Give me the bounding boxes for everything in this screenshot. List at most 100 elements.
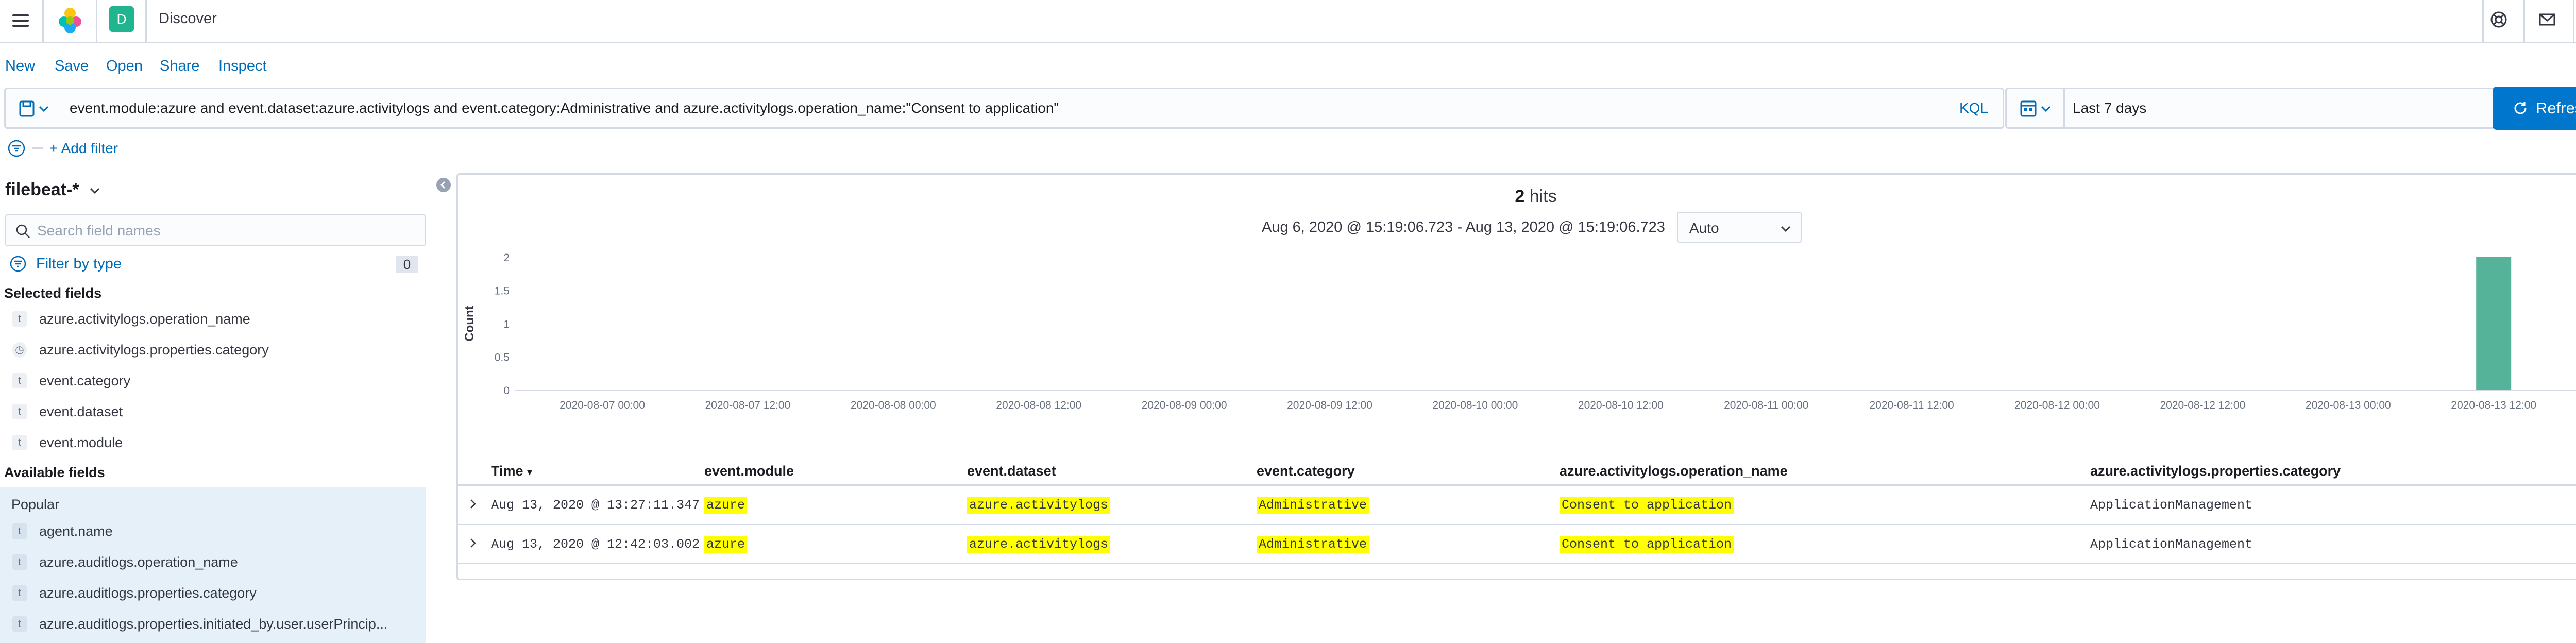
column-header[interactable]: event.category [1257,462,1355,480]
cell-highlight: azure.activitylogs [967,497,1111,514]
field-item[interactable]: t azure.auditlogs.properties.initiated_b… [0,609,426,639]
index-pattern-selector[interactable]: filebeat-* [5,178,79,201]
field-item[interactable]: t azure.auditlogs.operation_name [0,547,426,577]
string-type-icon: t [12,404,27,419]
cell-time: Aug 13, 2020 @ 12:42:03.002 [491,537,700,552]
filter-count-badge: 0 [396,256,418,273]
query-input[interactable]: event.module:azure and event.dataset:azu… [70,98,1059,118]
chevron-right-icon[interactable] [466,497,480,511]
column-header[interactable]: azure.activitylogs.operation_name [1560,462,1788,480]
hamburger-icon[interactable] [10,10,31,31]
table-row[interactable]: Aug 13, 2020 @ 13:27:11.347 azure azure.… [458,487,2576,525]
cell-highlight: azure [704,497,748,514]
interval-select[interactable]: Auto [1677,212,1802,243]
filter-type-icon[interactable] [9,255,27,273]
field-item[interactable]: t event.dataset [0,397,426,427]
x-tick-label: 2020-08-13 12:00 [2451,399,2536,411]
header-divider [42,0,44,43]
string-type-icon: t [12,585,27,601]
add-filter-link[interactable]: + Add filter [49,139,118,158]
x-tick-label: 2020-08-08 12:00 [996,399,1081,411]
date-picker[interactable]: Last 7 days Show dates [2005,88,2576,129]
x-tick-label: 2020-08-12 12:00 [2160,399,2245,411]
cell-highlight: azure.activitylogs [967,536,1111,553]
space-avatar[interactable]: D [109,6,134,32]
chevron-down-icon[interactable] [88,183,102,198]
selected-fields-title: Selected fields [4,285,102,301]
chevron-right-icon[interactable] [466,536,480,550]
x-tick-label: 2020-08-11 12:00 [1869,399,1954,411]
string-type-icon: t [12,311,27,327]
column-header[interactable]: event.module [704,462,794,480]
time-range-label: Aug 6, 2020 @ 15:19:06.723 - Aug 13, 202… [1262,219,1665,235]
column-header-time[interactable]: Time ▾ [491,462,532,481]
cell-highlight: Administrative [1257,536,1369,553]
breadcrumb-title: Discover [159,10,217,27]
x-tick-label: 2020-08-12 00:00 [2014,399,2100,411]
field-item[interactable]: t agent.name [0,516,426,546]
field-item[interactable]: t azure.activitylogs.operation_name [0,304,426,334]
y-axis-label: Count [463,306,477,341]
y-tick-label: 1 [503,318,510,330]
date-range-text[interactable]: Last 7 days [2073,98,2146,118]
y-tick-label: 1.5 [495,285,510,297]
search-icon [16,224,30,238]
cell-highlight: azure [704,536,748,553]
date-type-icon: ◷ [12,342,27,358]
refresh-label: Refresh [2536,99,2576,117]
y-tick-label: 0.5 [495,352,510,364]
help-icon[interactable] [2487,8,2510,31]
top-header-bar: D Discover e [0,0,2576,43]
save-link[interactable]: Save [55,57,89,75]
histogram-bar [2476,257,2512,390]
column-header[interactable]: azure.activitylogs.properties.category [2090,462,2341,480]
x-tick-label: 2020-08-08 00:00 [851,399,936,411]
refresh-button[interactable]: Refresh [2493,87,2576,130]
cell-highlight: Consent to application [1560,536,1734,553]
y-tick-label: 0 [503,385,510,397]
interval-value: Auto [1689,220,1719,236]
field-name: azure.auditlogs.operation_name [39,554,238,570]
query-bar[interactable]: event.module:azure and event.dataset:azu… [4,88,2004,129]
field-item[interactable]: ◷ azure.activitylogs.properties.category [0,335,426,365]
field-name: azure.auditlogs.properties.initiated_by.… [39,616,388,632]
header-divider [2523,0,2525,43]
field-item[interactable]: t event.module [0,428,426,458]
field-name: agent.name [39,523,113,539]
header-divider [2482,0,2484,43]
open-link[interactable]: Open [106,57,143,75]
string-type-icon: t [12,616,27,632]
column-header[interactable]: event.dataset [967,462,1056,480]
elastic-logo[interactable] [56,6,84,35]
field-name: azure.activitylogs.operation_name [39,311,250,327]
field-name: event.category [39,373,131,388]
x-tick-label: 2020-08-07 00:00 [560,399,645,411]
inspect-link[interactable]: Inspect [218,57,267,75]
filter-by-type-button[interactable]: Filter by type [36,255,122,273]
results-panel: 2 hits Aug 6, 2020 @ 15:19:06.723 - Aug … [456,173,2576,580]
cell-value: ApplicationManagement [2090,537,2253,552]
hits-label: hits [1529,187,1557,206]
new-link[interactable]: New [5,57,35,75]
x-tick-label: 2020-08-10 12:00 [1578,399,1664,411]
saved-query-icon[interactable] [11,95,57,122]
kql-toggle[interactable]: KQL [1959,98,1988,118]
collapse-left-icon[interactable] [436,177,451,193]
calendar-icon[interactable] [2015,95,2058,122]
mail-icon[interactable] [2536,8,2558,31]
table-row[interactable]: Aug 13, 2020 @ 12:42:03.002 azure azure.… [458,526,2576,564]
filter-divider [32,147,43,149]
field-item[interactable]: t event.category [0,366,426,396]
field-item[interactable]: t azure.auditlogs.properties.category [0,578,426,608]
table-header: Time ▾ event.module event.dataset event.… [458,457,2576,486]
header-divider [145,0,147,43]
cell-value: ApplicationManagement [2090,498,2253,513]
share-link[interactable]: Share [160,57,199,75]
field-search-input[interactable] [37,221,418,241]
header-divider [2573,0,2574,43]
field-search-box[interactable] [5,214,426,246]
histogram-chart[interactable]: Count 0 0.5 1 1.5 2 2020-08-07 00:00 2020-08-07… [458,247,2576,412]
filter-icon[interactable] [7,139,26,158]
sort-indicator-icon: ▾ [527,467,533,478]
x-tick-label: 2020-08-11 00:00 [1724,399,1808,411]
